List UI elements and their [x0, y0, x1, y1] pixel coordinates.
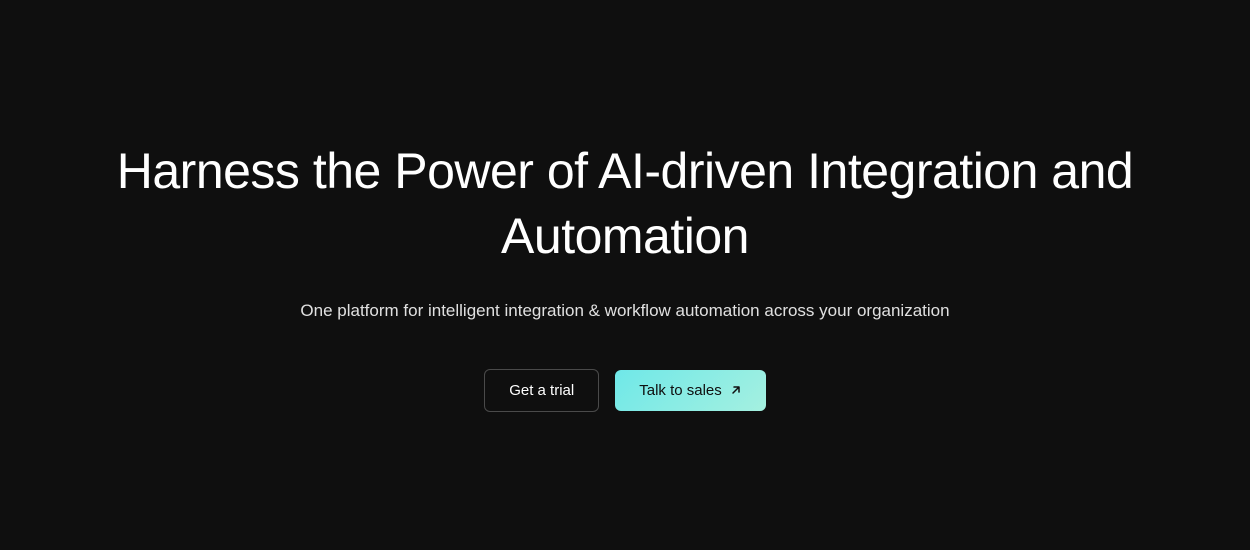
- hero-section: Harness the Power of AI-driven Integrati…: [50, 139, 1200, 412]
- hero-heading: Harness the Power of AI-driven Integrati…: [90, 139, 1160, 269]
- talk-to-sales-button-label: Talk to sales: [639, 382, 722, 399]
- button-group: Get a trial Talk to sales: [484, 369, 766, 412]
- get-trial-button[interactable]: Get a trial: [484, 369, 599, 412]
- get-trial-button-label: Get a trial: [509, 382, 574, 399]
- arrow-up-right-icon: [730, 384, 742, 396]
- hero-subheading: One platform for intelligent integration…: [300, 301, 949, 321]
- talk-to-sales-button[interactable]: Talk to sales: [615, 370, 766, 411]
